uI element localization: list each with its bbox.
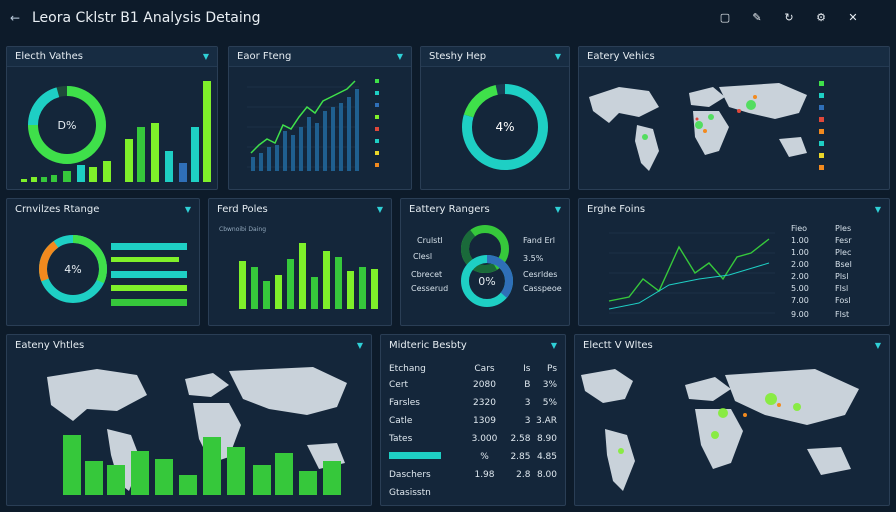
svg-text:3.5%: 3.5% <box>523 254 544 263</box>
table-row: Daschers 1.98 2.8 8.00 <box>389 470 558 480</box>
progress-bar <box>389 452 441 459</box>
donut-hbar-chart: 4% <box>39 235 187 306</box>
svg-text:9.00: 9.00 <box>791 310 809 319</box>
chevron-down-icon[interactable]: ▼ <box>185 205 191 214</box>
svg-text:Flsl: Flsl <box>835 284 848 293</box>
horizontal-bars <box>111 243 187 306</box>
table-row: Farsles 2320 3 5% <box>389 398 558 408</box>
panel-title: Erghe Foins <box>587 203 646 215</box>
pin-icon[interactable]: ✎ <box>750 11 764 24</box>
svg-text:Crulstl: Crulstl <box>417 236 443 245</box>
panel-title: Eattery Rangers <box>409 203 490 215</box>
table-row: Tates 3.000 2.58 8.90 <box>389 434 558 444</box>
chevron-down-icon[interactable]: ▼ <box>203 52 209 61</box>
svg-text:5.00: 5.00 <box>791 284 809 293</box>
panel-electh-vathes: Electh Vathes ▼ D% <box>6 46 218 190</box>
value-col-2: Ples Fesr Plec Bsel Plsl Flsl Fosl Flst <box>835 224 852 319</box>
top-bar: ← Leora Cklstr B1 Analysis Detaing ▢ ✎ ↻… <box>0 0 896 36</box>
arrow-left-icon[interactable]: ← <box>10 11 32 25</box>
chevron-down-icon[interactable]: ▼ <box>377 205 383 214</box>
ring-gauge: 4% <box>462 84 548 170</box>
chevron-down-icon[interactable]: ▼ <box>875 341 881 350</box>
svg-text:Plsl: Plsl <box>835 272 848 281</box>
chevron-down-icon[interactable]: ▼ <box>551 341 557 350</box>
value-col-1: Fieo 1.00 1.00 2.00 2.00 5.00 7.00 9.00 <box>791 224 809 319</box>
panel-title: Electt V Wltes <box>583 339 653 351</box>
chevron-down-icon[interactable]: ▼ <box>555 52 561 61</box>
panel-title: Ferd Poles <box>217 203 268 215</box>
chart-subtitle: Cbwnoibi Daing <box>219 226 266 233</box>
dashboard-title: Leora Cklstr B1 Analysis Detaing <box>32 10 261 26</box>
line-bar-chart <box>247 79 379 171</box>
panel-title: Steshy Hep <box>429 51 487 62</box>
panel-eateny-vhtles: Eateny Vhtles ▼ <box>6 334 372 506</box>
svg-text:7.00: 7.00 <box>791 296 809 305</box>
bar-chart: Cbwnoibi Daing <box>219 226 378 309</box>
world-map <box>581 369 859 491</box>
donut-bar-chart: D% <box>21 81 211 182</box>
svg-text:Cesrldes: Cesrldes <box>523 270 557 279</box>
panel-erghe-foins: Erghe Foins ▼ Fieo 1.00 1.00 2.00 2.00 5.… <box>578 198 890 326</box>
refresh-icon[interactable]: ↻ <box>782 11 796 24</box>
chevron-down-icon[interactable]: ▼ <box>357 341 363 350</box>
panel-eatery-vehics: Eatery Vehics <box>578 46 890 190</box>
chevron-down-icon[interactable]: ▼ <box>555 205 561 214</box>
svg-text:Cbrecet: Cbrecet <box>411 270 442 279</box>
svg-text:2.00: 2.00 <box>791 260 809 269</box>
table-row: Gtasisstn <box>389 488 431 498</box>
svg-text:Cesserud: Cesserud <box>411 284 448 293</box>
panel-electt-v-wltes: Electt V Wltes ▼ <box>574 334 890 506</box>
table-row: Cert 2080 B 3% <box>389 380 558 390</box>
chevron-down-icon[interactable]: ▼ <box>397 52 403 61</box>
panel-title: Eatery Vehics <box>587 51 655 62</box>
table-row: Etchang Cars Is Ps <box>389 364 558 374</box>
svg-text:1.00: 1.00 <box>791 236 809 245</box>
panel-title: Crnvilzes Rtange <box>15 203 100 215</box>
svg-text:1.00: 1.00 <box>791 248 809 257</box>
square-icon[interactable]: ▢ <box>718 11 732 24</box>
donut-center-label: 4% <box>64 263 81 276</box>
svg-text:Fesr: Fesr <box>835 236 852 245</box>
svg-text:Ples: Ples <box>835 224 851 233</box>
right-labels: Fand Erl 3.5% Cesrldes Casspeoe <box>523 236 562 293</box>
svg-text:Fieo: Fieo <box>791 224 807 233</box>
panel-eattery-rangers: Eattery Rangers ▼ 0% Crulstl Clesl Cbrece… <box>400 198 570 326</box>
svg-text:Plec: Plec <box>835 248 851 257</box>
world-map <box>589 81 824 171</box>
table-row: % 2.85 4.85 <box>389 449 557 465</box>
panel-title: Midteric Besbty <box>389 339 467 351</box>
svg-text:Clesl: Clesl <box>413 252 432 261</box>
chevron-down-icon[interactable]: ▼ <box>875 205 881 214</box>
table-row: Catle 1309 3 3.AR <box>389 416 558 426</box>
line-chart: Fieo 1.00 1.00 2.00 2.00 5.00 7.00 9.00 … <box>608 224 852 319</box>
panel-eaor-fteng: Eaor Fteng ▼ <box>228 46 412 190</box>
gauge-center-label: 4% <box>495 120 514 134</box>
window-controls: ▢ ✎ ↻ ⚙ ✕ <box>718 11 860 24</box>
donut-center-label: 0% <box>478 275 495 288</box>
map-bar-chart <box>47 367 347 495</box>
svg-text:Fand Erl: Fand Erl <box>523 236 555 245</box>
svg-text:Casspeoe: Casspeoe <box>523 284 562 293</box>
panel-title: Electh Vathes <box>15 51 83 62</box>
left-labels: Crulstl Clesl Cbrecet Cesserud <box>411 236 448 293</box>
svg-text:2.00: 2.00 <box>791 272 809 281</box>
close-icon[interactable]: ✕ <box>846 11 860 24</box>
svg-text:Bsel: Bsel <box>835 260 852 269</box>
panel-midteric-besbty: Midteric Besbty ▼ Etchang Cars Is Ps Cert 208… <box>380 334 566 506</box>
panel-steshy-hep: Steshy Hep ▼ 4% <box>420 46 570 190</box>
settings-icon[interactable]: ⚙ <box>814 11 828 24</box>
panel-crnvilzes-rtange: Crnvilzes Rtange ▼ 4% <box>6 198 200 326</box>
svg-text:Flst: Flst <box>835 310 849 319</box>
panel-ferd-poles: Ferd Poles ▼ Cbwnoibi Daing <box>208 198 392 326</box>
svg-text:Fosl: Fosl <box>835 296 851 305</box>
panel-title: Eateny Vhtles <box>15 339 85 351</box>
donut-center-label: D% <box>58 119 77 132</box>
dual-donut-chart: 0% Crulstl Clesl Cbrecet Cesserud Fand E… <box>411 225 562 307</box>
legend <box>819 81 824 170</box>
panel-title: Eaor Fteng <box>237 51 292 62</box>
legend <box>375 79 379 167</box>
